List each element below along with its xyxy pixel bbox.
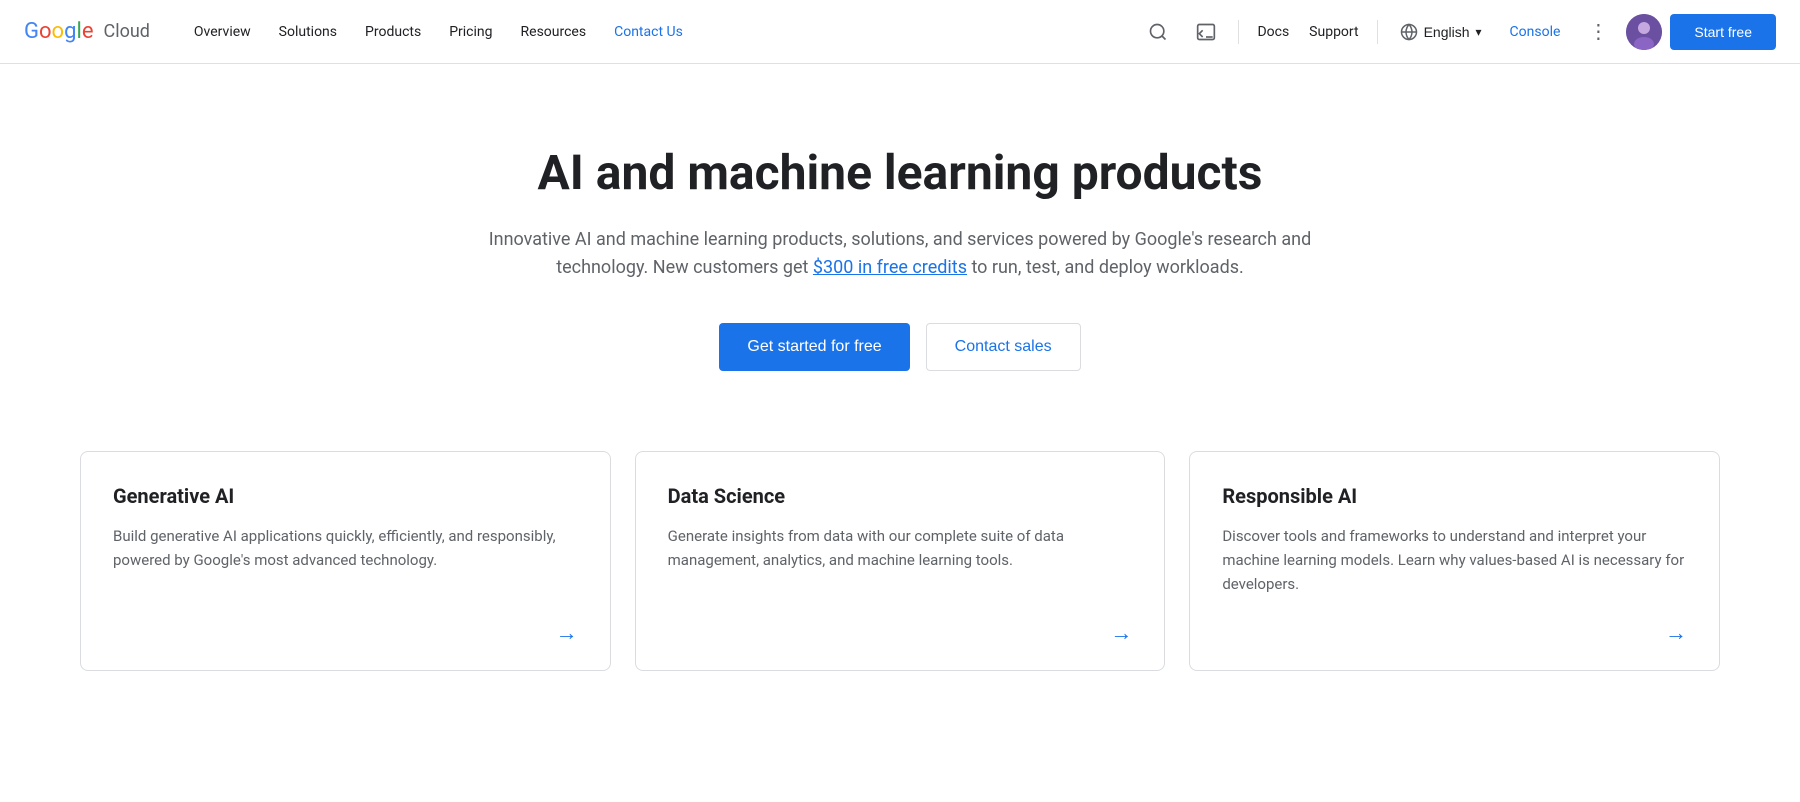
chevron-down-icon: ▾	[1476, 25, 1482, 39]
more-options-button[interactable]: ⋮	[1578, 12, 1618, 52]
card-generative-ai-arrow[interactable]: →	[556, 620, 578, 646]
card-responsible-ai-title: Responsible AI	[1222, 484, 1687, 508]
start-free-button[interactable]: Start free	[1670, 14, 1776, 50]
cloud-text: Cloud	[103, 21, 149, 42]
nav-contact-us[interactable]: Contact Us	[602, 16, 695, 48]
card-data-science-title: Data Science	[668, 484, 1133, 508]
terminal-button[interactable]	[1186, 12, 1226, 52]
more-icon: ⋮	[1588, 19, 1608, 44]
nav-resources[interactable]: Resources	[509, 16, 599, 48]
search-icon	[1148, 22, 1168, 42]
free-credits-link[interactable]: $300 in free credits	[813, 257, 967, 278]
nav-right: Docs Support English ▾ Console ⋮ Start f…	[1138, 12, 1776, 52]
globe-icon	[1400, 23, 1418, 41]
get-started-button[interactable]: Get started for free	[719, 323, 909, 371]
user-avatar[interactable]	[1626, 14, 1662, 50]
card-data-science-desc: Generate insights from data with our com…	[668, 524, 1133, 596]
docs-link[interactable]: Docs	[1251, 16, 1295, 48]
card-responsible-ai: Responsible AI Discover tools and framew…	[1189, 451, 1720, 671]
google-wordmark: Google	[24, 19, 93, 44]
hero-subtitle: Innovative AI and machine learning produ…	[474, 226, 1326, 284]
console-link[interactable]: Console	[1500, 16, 1571, 48]
language-selector[interactable]: English ▾	[1390, 15, 1492, 49]
card-data-science: Data Science Generate insights from data…	[635, 451, 1166, 671]
nav-divider-2	[1377, 20, 1378, 44]
cards-section: Generative AI Build generative AI applic…	[0, 431, 1800, 731]
card-data-science-arrow[interactable]: →	[1110, 620, 1132, 646]
card-generative-ai-desc: Build generative AI applications quickly…	[113, 524, 578, 596]
card-generative-ai: Generative AI Build generative AI applic…	[80, 451, 611, 671]
cards-grid: Generative AI Build generative AI applic…	[80, 451, 1720, 671]
nav-links: Overview Solutions Products Pricing Reso…	[182, 16, 1139, 48]
nav-overview[interactable]: Overview	[182, 16, 263, 48]
nav-products[interactable]: Products	[353, 16, 433, 48]
google-cloud-logo[interactable]: Google Cloud	[24, 19, 150, 44]
card-responsible-ai-arrow[interactable]: →	[1665, 620, 1687, 646]
hero-section: AI and machine learning products Innovat…	[450, 64, 1350, 431]
nav-divider	[1238, 20, 1239, 44]
language-label: English	[1424, 24, 1470, 40]
contact-sales-button[interactable]: Contact sales	[926, 323, 1081, 371]
terminal-icon	[1196, 22, 1216, 42]
card-responsible-ai-desc: Discover tools and frameworks to underst…	[1222, 524, 1687, 596]
search-button[interactable]	[1138, 12, 1178, 52]
card-generative-ai-title: Generative AI	[113, 484, 578, 508]
hero-buttons: Get started for free Contact sales	[474, 323, 1326, 371]
nav-pricing[interactable]: Pricing	[437, 16, 504, 48]
navbar: Google Cloud Overview Solutions Products…	[0, 0, 1800, 64]
support-link[interactable]: Support	[1303, 16, 1364, 48]
hero-title: AI and machine learning products	[474, 144, 1326, 202]
nav-solutions[interactable]: Solutions	[267, 16, 349, 48]
hero-subtitle-after: to run, test, and deploy workloads.	[967, 257, 1244, 278]
avatar-icon	[1626, 14, 1662, 50]
